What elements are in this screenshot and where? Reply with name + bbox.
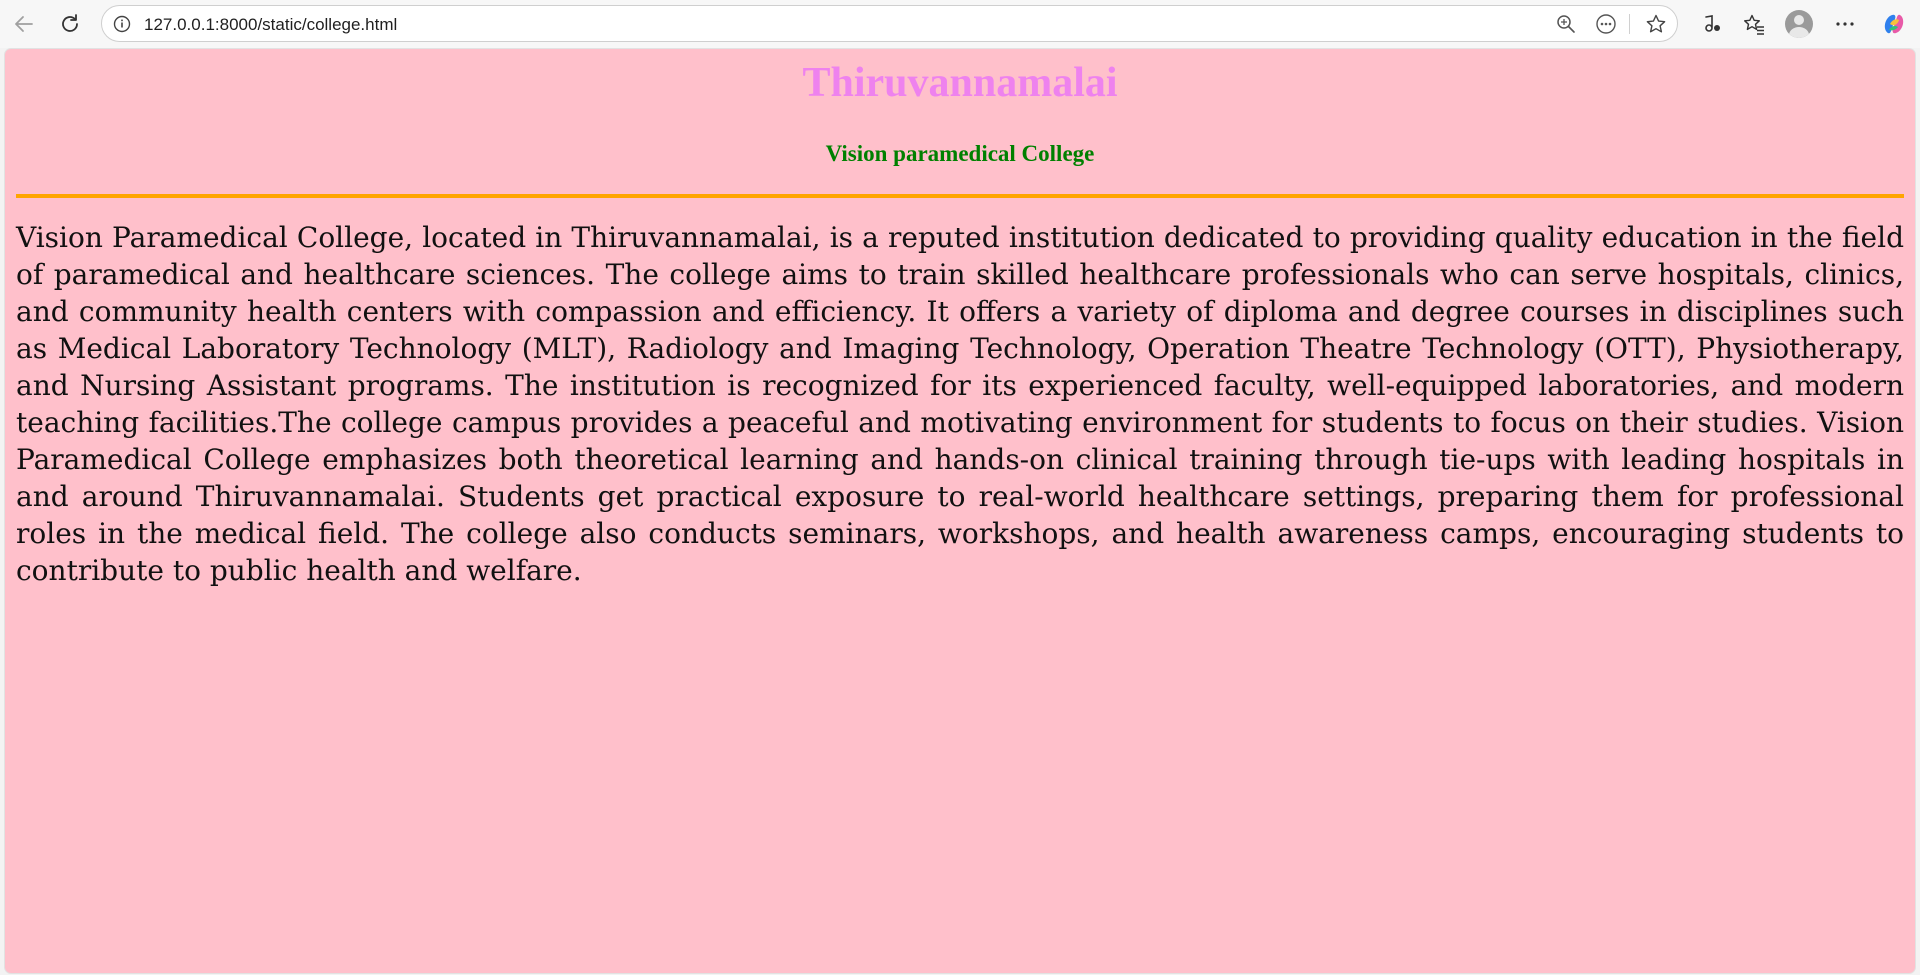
refresh-icon	[62, 14, 78, 32]
copilot-button[interactable]	[1879, 9, 1909, 39]
address-divider	[1629, 14, 1630, 34]
page-title: Thiruvannamalai	[802, 60, 1118, 106]
media-button[interactable]	[1696, 9, 1726, 39]
favorites-button[interactable]	[1739, 9, 1769, 39]
browser-toolbar: 127.0.0.1:8000/static/college.html	[0, 0, 1920, 48]
ellipsis-icon	[1836, 22, 1854, 26]
zoom-icon[interactable]	[1555, 13, 1577, 35]
avatar[interactable]	[1785, 10, 1813, 38]
media-icon	[1705, 15, 1720, 32]
info-icon[interactable]	[113, 15, 131, 38]
page-viewport: Thiruvannamalai Vision paramedical Colle…	[5, 49, 1915, 973]
star-icon[interactable]	[1645, 13, 1667, 35]
menu-button[interactable]	[1830, 9, 1860, 39]
copilot-icon	[1884, 14, 1904, 34]
more-circle-icon[interactable]	[1595, 13, 1617, 35]
back-button[interactable]	[9, 9, 39, 39]
page-subtitle: Vision paramedical College	[825, 141, 1095, 166]
refresh-button[interactable]	[55, 9, 85, 39]
favorites-icon	[1744, 14, 1764, 35]
college-description: Vision Paramedical College, located in T…	[16, 221, 1904, 587]
back-arrow-icon	[15, 16, 33, 32]
horizontal-rule	[16, 194, 1904, 198]
url-text[interactable]: 127.0.0.1:8000/static/college.html	[144, 15, 397, 35]
address-bar[interactable]: 127.0.0.1:8000/static/college.html	[101, 5, 1678, 42]
